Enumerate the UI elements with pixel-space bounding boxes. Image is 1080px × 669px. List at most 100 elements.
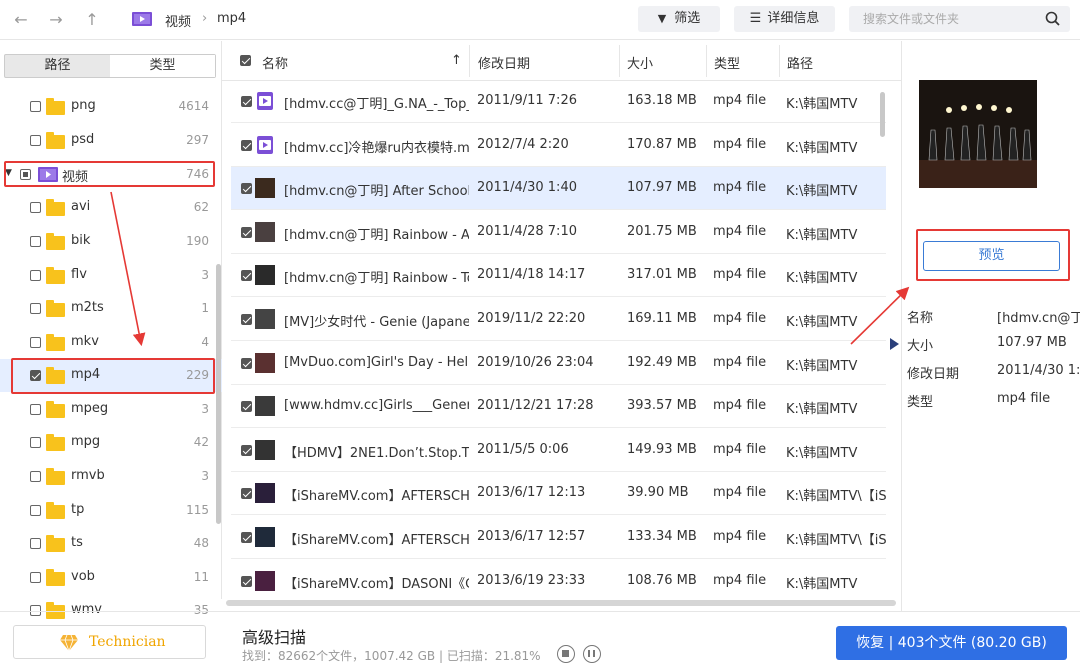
tree-item-mpeg[interactable]: mpeg 3 <box>0 393 222 426</box>
tree-checkbox[interactable] <box>30 236 41 247</box>
file-type: mp4 file <box>713 223 767 239</box>
tree-checkbox[interactable] <box>30 538 41 549</box>
sort-ascending-icon[interactable]: ↑ <box>451 53 462 68</box>
expand-arrow-icon[interactable] <box>889 338 899 350</box>
table-row[interactable]: [MV]少女时代 - Genie (Japanes... 2019/11/2 22… <box>231 298 886 341</box>
preview-button[interactable]: 预览 <box>923 241 1060 271</box>
table-scrollbar[interactable] <box>880 92 885 137</box>
table-row[interactable]: [www.hdmv.cc]Girls___Generati... 2011/12/… <box>231 385 886 429</box>
pause-scan-icon[interactable] <box>583 645 601 663</box>
search-input[interactable] <box>849 6 1029 32</box>
tree-checkbox[interactable] <box>30 337 41 348</box>
row-checkbox[interactable] <box>241 96 252 107</box>
tree-item-mpg[interactable]: mpg 42 <box>0 426 222 459</box>
table-horizontal-scrollbar[interactable] <box>226 600 896 606</box>
technician-button[interactable]: Technician <box>13 625 206 659</box>
tree-checkbox[interactable] <box>30 505 41 516</box>
table-row[interactable]: 【iShareMV.com】DASONI《G... 2013/6/19 23:33… <box>231 560 886 603</box>
column-name[interactable]: 名称 <box>262 53 288 72</box>
tree-checkbox[interactable] <box>30 471 41 482</box>
tree-item-bik[interactable]: bik 190 <box>0 225 222 258</box>
tree-checkbox[interactable] <box>30 202 41 213</box>
tree-checkbox[interactable] <box>30 270 41 281</box>
video-file-icon <box>257 92 273 110</box>
tree-item-mkv[interactable]: mkv 4 <box>0 326 222 359</box>
tree-item-ts[interactable]: ts 48 <box>0 527 222 560</box>
search-box[interactable] <box>849 6 1070 32</box>
file-name: [MvDuo.com]Girl's Day - Hello ... <box>284 354 469 370</box>
recover-button[interactable]: 恢复 | 403个文件 (80.20 GB) <box>836 626 1067 660</box>
back-arrow-icon[interactable]: ← <box>11 10 31 30</box>
file-size: 107.97 MB <box>627 180 697 196</box>
row-checkbox[interactable] <box>241 488 252 500</box>
bottom-divider <box>0 611 1080 612</box>
tree-item-psd[interactable]: psd 297 <box>0 124 222 157</box>
tree-checkbox[interactable] <box>30 303 41 314</box>
tree-item-vob[interactable]: vob 11 <box>0 561 222 594</box>
up-arrow-icon[interactable]: ↑ <box>82 10 102 30</box>
table-row[interactable]: [hdmv.cc]冷艳爆ru内衣模特.mp4 2012/7/4 2:20 170.8… <box>231 124 886 167</box>
column-type[interactable]: 类型 <box>714 53 740 72</box>
row-checkbox[interactable] <box>241 444 252 456</box>
tree-item-tp[interactable]: tp 115 <box>0 494 222 527</box>
filter-button[interactable]: ▼ 筛选 <box>638 6 720 32</box>
tree-item-m2ts[interactable]: m2ts 1 <box>0 292 222 325</box>
file-date: 2013/6/17 12:13 <box>477 485 586 501</box>
file-path: K:\韩国MTV <box>786 402 858 418</box>
tab-path[interactable]: 路径 <box>5 55 110 77</box>
search-icon[interactable] <box>1045 11 1060 26</box>
column-path[interactable]: 路径 <box>787 53 813 72</box>
file-path: K:\韩国MTV <box>786 227 858 243</box>
detail-value-type: mp4 file <box>997 391 1051 406</box>
file-type: mp4 file <box>713 485 767 501</box>
row-checkbox[interactable] <box>241 226 252 238</box>
breadcrumb-current[interactable]: mp4 <box>217 11 246 26</box>
row-checkbox[interactable] <box>241 357 252 369</box>
column-divider[interactable] <box>619 45 620 77</box>
row-checkbox[interactable] <box>241 401 252 413</box>
table-row[interactable]: [hdmv.cn@丁明] After School -... 2011/4/30 … <box>231 167 886 211</box>
tab-type[interactable]: 类型 <box>110 55 215 77</box>
stop-scan-icon[interactable] <box>557 645 575 663</box>
folder-icon <box>46 334 65 351</box>
table-row[interactable]: [hdmv.cc@丁明]_G.NA_-_Top_... 2011/9/11 7:2… <box>231 80 886 123</box>
row-checkbox[interactable] <box>241 532 252 543</box>
tree-checkbox[interactable] <box>30 101 41 112</box>
tree-item-flv[interactable]: flv 3 <box>0 259 222 292</box>
tree-item-rmvb[interactable]: rmvb 3 <box>0 460 222 493</box>
breadcrumb-folder[interactable]: 视频 <box>165 11 191 30</box>
column-size[interactable]: 大小 <box>627 53 653 72</box>
row-checkbox[interactable] <box>241 270 252 282</box>
select-all-checkbox[interactable] <box>240 55 251 66</box>
tree-item-png[interactable]: png 4614 <box>0 90 222 123</box>
tree-scrollbar[interactable] <box>216 264 221 524</box>
table-row[interactable]: 【iShareMV.com】AFTERSCHO... 2013/6/17 12:5… <box>231 516 886 559</box>
column-date[interactable]: 修改日期 <box>478 53 530 72</box>
file-size: 169.11 MB <box>627 311 697 326</box>
forward-arrow-icon[interactable]: → <box>46 10 66 30</box>
table-row[interactable]: 【HDMV】2NE1.Don’t.Stop.T... 2011/5/5 0:06 1… <box>231 429 886 472</box>
table-row[interactable]: 【iShareMV.com】AFTERSCHO... 2013/6/17 12:1… <box>231 472 886 516</box>
video-thumbnail-icon <box>255 352 275 373</box>
table-row[interactable]: [MvDuo.com]Girl's Day - Hello ... 2019/10… <box>231 342 886 385</box>
column-divider[interactable] <box>779 45 780 77</box>
row-checkbox[interactable] <box>241 575 252 587</box>
file-size: 317.01 MB <box>627 267 697 283</box>
tree-checkbox[interactable] <box>30 572 41 583</box>
details-button[interactable]: ☰ 详细信息 <box>734 6 835 32</box>
column-divider[interactable] <box>706 45 707 77</box>
tree-item-avi[interactable]: avi 62 <box>0 191 222 224</box>
column-divider[interactable] <box>469 45 470 77</box>
tree-item-count: 297 <box>186 133 209 147</box>
row-checkbox[interactable] <box>241 183 252 195</box>
detail-value-size: 107.97 MB <box>997 335 1067 350</box>
table-row[interactable]: [hdmv.cn@丁明] Rainbow - To ... 2011/4/18 1… <box>231 254 886 298</box>
row-checkbox[interactable] <box>241 314 252 325</box>
tree-checkbox[interactable] <box>30 135 41 146</box>
tree-checkbox[interactable] <box>30 404 41 415</box>
scan-title: 高级扫描 <box>242 628 307 647</box>
tree-checkbox[interactable] <box>30 437 41 448</box>
file-size: 393.57 MB <box>627 398 697 414</box>
row-checkbox[interactable] <box>241 139 252 151</box>
table-row[interactable]: [hdmv.cn@丁明] Rainbow - A (... 2011/4/28 7… <box>231 211 886 254</box>
